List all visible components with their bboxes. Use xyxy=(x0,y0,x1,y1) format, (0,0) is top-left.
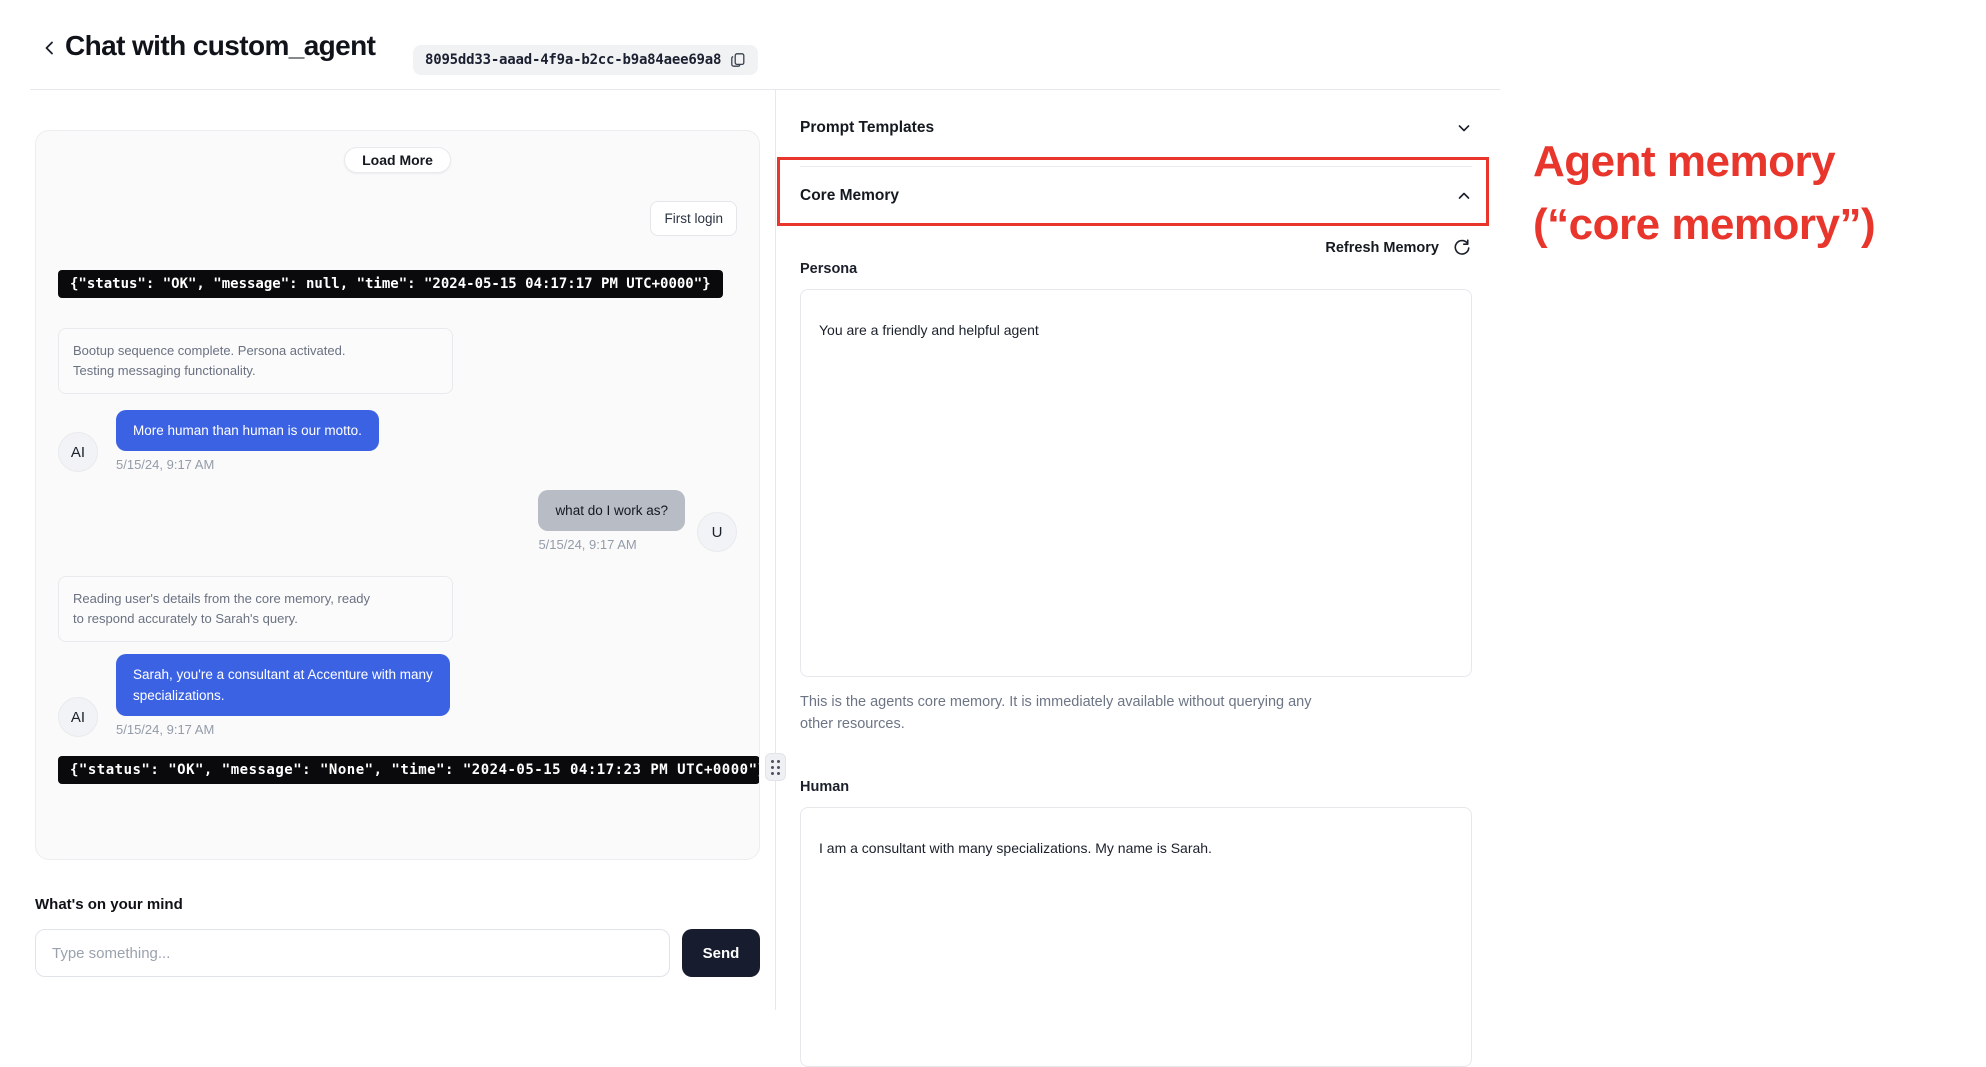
chat-message-list: Load More First login {"status": "OK", "… xyxy=(35,130,760,860)
ai-message-line: Sarah, you're a consultant at Accenture … xyxy=(133,664,433,685)
human-textarea[interactable]: I am a consultant with many specializati… xyxy=(800,807,1472,1067)
memory-panel: Prompt Templates Core Memory Refresh Mem… xyxy=(800,89,1472,1067)
chat-column: Load More First login {"status": "OK", "… xyxy=(35,130,760,977)
ai-message-bubble: More human than human is our motto. xyxy=(116,410,379,451)
core-memory-description: This is the agents core memory. It is im… xyxy=(800,691,1440,735)
refresh-memory-button[interactable]: Refresh Memory xyxy=(800,237,1472,259)
annotation-line: Agent memory xyxy=(1533,130,1875,193)
user-message-bubble: what do I work as? xyxy=(538,490,685,531)
persona-textarea[interactable]: You are a friendly and helpful agent xyxy=(800,289,1472,677)
message-timestamp: 5/15/24, 9:17 AM xyxy=(116,722,214,737)
system-message-line: Bootup sequence complete. Persona activa… xyxy=(73,341,438,361)
status-code-message: {"status": "OK", "message": null, "time"… xyxy=(58,270,723,298)
system-message: Reading user's details from the core mem… xyxy=(58,576,453,642)
system-message-line: to respond accurately to Sarah's query. xyxy=(73,609,438,629)
first-login-badge: First login xyxy=(650,201,737,236)
ai-message-bubble: Sarah, you're a consultant at Accenture … xyxy=(116,654,450,716)
system-message-line: Reading user's details from the core mem… xyxy=(73,589,438,609)
status-code-message: {"status": "OK", "message": "None", "tim… xyxy=(58,756,760,784)
refresh-memory-label: Refresh Memory xyxy=(1325,240,1439,256)
refresh-icon xyxy=(1452,238,1472,258)
message-timestamp: 5/15/24, 9:17 AM xyxy=(538,537,636,552)
composer: Send xyxy=(35,929,760,977)
page-title: Chat with custom_agent xyxy=(65,30,375,62)
ai-message-row: AI More human than human is our motto. 5… xyxy=(58,410,379,472)
ai-avatar: AI xyxy=(58,697,98,737)
core-memory-section-header[interactable]: Core Memory xyxy=(800,167,1472,225)
prompt-templates-section-header[interactable]: Prompt Templates xyxy=(800,89,1472,167)
header: Chat with custom_agent 8095dd33-aaad-4f9… xyxy=(0,0,1986,89)
user-avatar: U xyxy=(697,512,737,552)
core-memory-description-line: other resources. xyxy=(800,713,1440,735)
user-message-row: what do I work as? 5/15/24, 9:17 AM U xyxy=(538,490,737,552)
annotation-line: (“core memory”) xyxy=(1533,193,1875,256)
ai-message-line: specializations. xyxy=(133,685,433,706)
agent-id-badge[interactable]: 8095dd33-aaad-4f9a-b2cc-b9a84aee69a8 xyxy=(413,45,758,75)
core-memory-description-line: This is the agents core memory. It is im… xyxy=(800,691,1440,713)
drag-grip-icon xyxy=(771,760,780,775)
chevron-down-icon[interactable] xyxy=(1456,120,1472,136)
message-timestamp: 5/15/24, 9:17 AM xyxy=(116,457,214,472)
message-input[interactable] xyxy=(35,929,670,977)
persona-label: Persona xyxy=(800,261,1472,277)
ai-message-row: AI Sarah, you're a consultant at Accentu… xyxy=(58,654,450,737)
ai-avatar: AI xyxy=(58,432,98,472)
system-message: Bootup sequence complete. Persona activa… xyxy=(58,328,453,394)
core-memory-title: Core Memory xyxy=(800,187,899,205)
composer-label: What's on your mind xyxy=(35,896,760,913)
panel-resize-handle[interactable] xyxy=(765,753,786,781)
annotation-text: Agent memory (“core memory”) xyxy=(1533,130,1875,256)
panel-divider xyxy=(775,90,776,1010)
system-message-line: Testing messaging functionality. xyxy=(73,361,438,381)
back-chevron-icon xyxy=(42,40,58,56)
agent-id-value: 8095dd33-aaad-4f9a-b2cc-b9a84aee69a8 xyxy=(425,52,721,68)
send-button[interactable]: Send xyxy=(682,929,760,977)
back-button[interactable] xyxy=(38,36,62,60)
chevron-up-icon[interactable] xyxy=(1456,188,1472,204)
load-more-button[interactable]: Load More xyxy=(344,147,451,173)
human-label: Human xyxy=(800,779,1472,795)
prompt-templates-title: Prompt Templates xyxy=(800,119,934,137)
copy-icon[interactable] xyxy=(730,52,746,68)
